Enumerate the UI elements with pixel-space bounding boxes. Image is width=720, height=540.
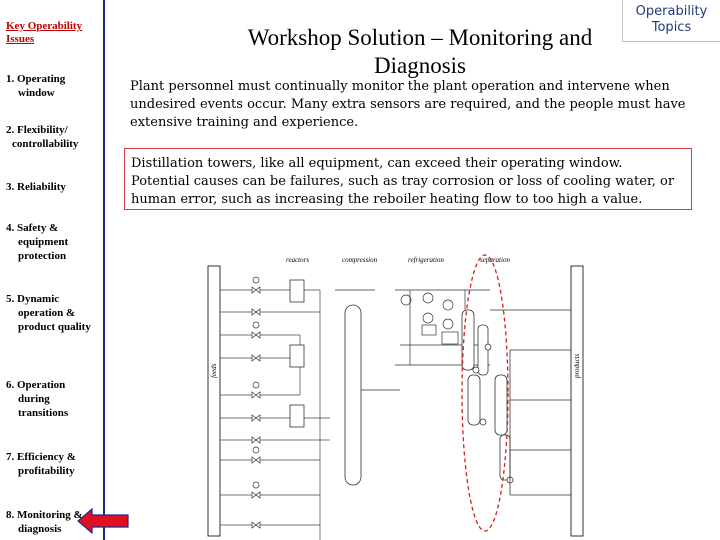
sidebar-item-operating-window[interactable]: 1. Operating window (6, 72, 98, 100)
sidebar: Key Operability Issues 1. Operating wind… (0, 0, 105, 540)
intro-paragraph: Plant personnel must continually monitor… (130, 79, 686, 130)
label-separation: separation (480, 256, 510, 264)
sidebar-item-flexibility[interactable]: 2. Flexibility/ controllability (6, 123, 98, 151)
sidebar-item-label: 5. Dynamic (6, 293, 60, 305)
sidebar-item-label: 1. Operating (6, 73, 66, 85)
sidebar-item-reliability[interactable]: 3. Reliability (6, 180, 98, 194)
sidebar-item-sublabel: controllability (12, 138, 79, 150)
sidebar-item-label: 6. Operation (6, 379, 66, 391)
feed-lines (220, 289, 330, 540)
sidebar-item-dynamic-operation[interactable]: 5. Dynamic operation & product quality (6, 292, 98, 334)
sidebar-item-sublabel: operation & product quality (18, 307, 91, 333)
reactors (289, 279, 305, 428)
sidebar-item-sublabel: during transitions (18, 393, 69, 419)
label-feeds: feeds (210, 363, 218, 378)
compression-column (335, 289, 400, 486)
label-reactors: reactors (286, 256, 309, 264)
operability-topics-badge[interactable]: Operability Topics (622, 0, 720, 42)
label-compression: compression (342, 256, 378, 264)
sidebar-item-label: 4. Safety & (6, 222, 59, 234)
sidebar-item-sublabel: window (18, 87, 55, 99)
label-products: products (573, 353, 581, 379)
sidebar-item-label: 7. Efficiency & (6, 451, 76, 463)
sidebar-item-label: 3. Reliability (6, 181, 66, 193)
sidebar-item-sublabel: profitability (18, 465, 75, 477)
sidebar-item-safety[interactable]: 4. Safety & equipment protection (6, 221, 98, 263)
products-bar (570, 265, 584, 537)
sidebar-item-label: 8. Monitoring & (6, 509, 83, 521)
page-title: Workshop Solution – Monitoring and Diagn… (247, 25, 593, 78)
valves (251, 276, 261, 529)
separation-columns (461, 309, 571, 496)
sidebar-item-sublabel: equipment protection (18, 236, 69, 262)
example-paragraph: Distillation towers, like all equipment,… (124, 148, 692, 210)
feeds-bar (207, 265, 221, 537)
sidebar-header: Key Operability Issues (6, 20, 83, 45)
refrigeration-equipment (395, 289, 490, 366)
left-arrow-icon[interactable] (76, 508, 130, 534)
sidebar-item-label: 2. Flexibility/ (6, 124, 68, 136)
sidebar-item-efficiency[interactable]: 7. Efficiency & profitability (6, 450, 98, 478)
process-flow-diagram: reactors compression refrigeration separ… (207, 254, 584, 540)
label-refrigeration: refrigeration (408, 256, 444, 264)
sidebar-item-transitions[interactable]: 6. Operation during transitions (6, 378, 98, 420)
